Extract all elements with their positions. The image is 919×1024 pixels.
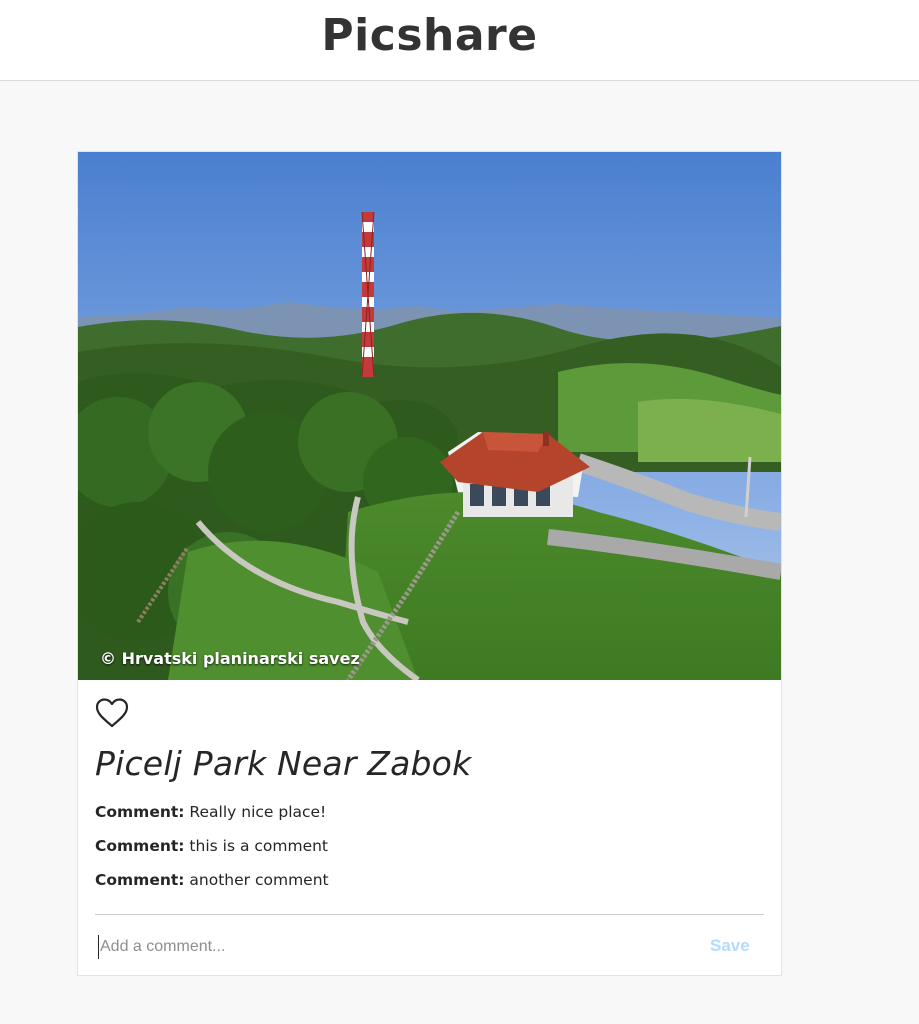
save-button[interactable]: Save [710, 936, 750, 956]
post-title: Picelj Park Near Zabok [95, 744, 472, 783]
photo-card: © Hrvatski planinarski savez Picelj Park… [77, 151, 782, 976]
image-credit: © Hrvatski planinarski savez [100, 649, 360, 668]
comment-text: this is a comment [189, 837, 329, 855]
comment-text: another comment [189, 871, 329, 889]
landscape-photo [78, 152, 781, 680]
comment-label: Comment: [95, 871, 185, 889]
heart-outline-icon [95, 698, 129, 728]
comment-item: Comment: another comment [95, 871, 329, 889]
comment-divider [95, 914, 764, 915]
top-bar: Picshare [0, 0, 919, 81]
brand-logo[interactable]: Picshare [0, 10, 859, 61]
comment-label: Comment: [95, 803, 185, 821]
post-photo: © Hrvatski planinarski savez [78, 152, 781, 680]
add-comment-input[interactable] [98, 935, 658, 959]
comment-item: Comment: Really nice place! [95, 803, 326, 821]
like-button[interactable] [94, 697, 130, 729]
radio-tower [361, 211, 375, 378]
comment-item: Comment: this is a comment [95, 837, 328, 855]
comment-label: Comment: [95, 837, 185, 855]
comment-text: Really nice place! [189, 803, 327, 821]
